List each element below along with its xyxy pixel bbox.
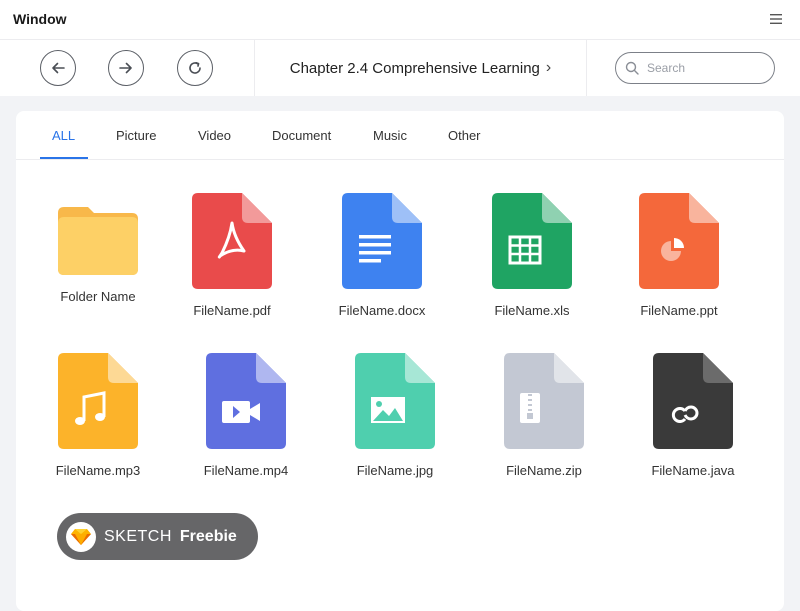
tab-picture[interactable]: Picture bbox=[116, 128, 156, 143]
back-button[interactable] bbox=[40, 50, 76, 86]
refresh-button[interactable] bbox=[177, 50, 213, 86]
badge-label: Freebie bbox=[179, 527, 237, 545]
tab-video[interactable]: Video bbox=[198, 128, 231, 143]
toolbar: Chapter 2.4 Comprehensive Learning › bbox=[0, 40, 800, 96]
refresh-icon bbox=[189, 62, 201, 74]
sketch-diamond-icon bbox=[66, 521, 96, 552]
file-item-jpg[interactable]: FileName.jpg bbox=[335, 353, 455, 478]
active-tab-indicator bbox=[40, 157, 88, 159]
file-name: FileName.jpg bbox=[356, 463, 434, 478]
search-box[interactable] bbox=[615, 52, 775, 84]
file-name: FileName.mp4 bbox=[203, 463, 289, 478]
chevron-right-icon: › bbox=[545, 59, 552, 76]
file-name: FileName.xls bbox=[494, 303, 570, 318]
file-item-folder[interactable]: Folder Name bbox=[38, 193, 158, 304]
forward-button[interactable] bbox=[108, 50, 144, 86]
search-input[interactable] bbox=[645, 60, 769, 76]
file-item-xls[interactable]: FileName.xls bbox=[472, 193, 592, 318]
arrow-left-icon bbox=[52, 62, 65, 74]
file-item-pdf[interactable]: FileName.pdf bbox=[172, 193, 292, 318]
breadcrumb[interactable]: Chapter 2.4 Comprehensive Learning › bbox=[255, 40, 587, 96]
file-item-mp4[interactable]: FileName.mp4 bbox=[186, 353, 306, 478]
title-bar: Window bbox=[0, 0, 800, 40]
tab-all[interactable]: ALL bbox=[52, 128, 75, 143]
hamburger-menu-icon[interactable] bbox=[770, 12, 782, 26]
file-name: FileName.java bbox=[651, 463, 735, 478]
tab-other[interactable]: Other bbox=[448, 128, 481, 143]
sketch-freebie-badge[interactable]: SKETCH Freebie bbox=[57, 513, 258, 560]
nav-buttons bbox=[0, 40, 255, 96]
file-name: FileName.zip bbox=[506, 463, 582, 478]
presentation-file-icon bbox=[639, 193, 719, 289]
file-name: FileName.pdf bbox=[193, 303, 271, 318]
window-title: Window bbox=[13, 11, 67, 27]
tab-music[interactable]: Music bbox=[373, 128, 407, 143]
document-file-icon bbox=[342, 193, 422, 289]
file-name: Folder Name bbox=[60, 289, 136, 304]
code-file-icon bbox=[653, 353, 733, 449]
folder-icon bbox=[58, 207, 138, 275]
file-item-ppt[interactable]: FileName.ppt bbox=[619, 193, 739, 318]
archive-file-icon bbox=[504, 353, 584, 449]
category-tabs: ALL Picture Video Document Music Other bbox=[16, 111, 784, 160]
music-file-icon bbox=[58, 353, 138, 449]
file-name: FileName.mp3 bbox=[55, 463, 141, 478]
image-file-icon bbox=[355, 353, 435, 449]
file-item-docx[interactable]: FileName.docx bbox=[322, 193, 442, 318]
spreadsheet-file-icon bbox=[492, 193, 572, 289]
file-name: FileName.docx bbox=[338, 303, 426, 318]
video-file-icon bbox=[206, 353, 286, 449]
pdf-file-icon bbox=[192, 193, 272, 289]
file-item-java[interactable]: FileName.java bbox=[633, 353, 753, 478]
badge-brand: SKETCH bbox=[104, 527, 172, 545]
file-item-mp3[interactable]: FileName.mp3 bbox=[38, 353, 158, 478]
file-name: FileName.ppt bbox=[640, 303, 718, 318]
tab-document[interactable]: Document bbox=[272, 128, 331, 143]
file-item-zip[interactable]: FileName.zip bbox=[484, 353, 604, 478]
search-icon bbox=[625, 61, 639, 75]
breadcrumb-label: Chapter 2.4 Comprehensive Learning bbox=[289, 59, 540, 77]
arrow-right-icon bbox=[119, 62, 132, 74]
